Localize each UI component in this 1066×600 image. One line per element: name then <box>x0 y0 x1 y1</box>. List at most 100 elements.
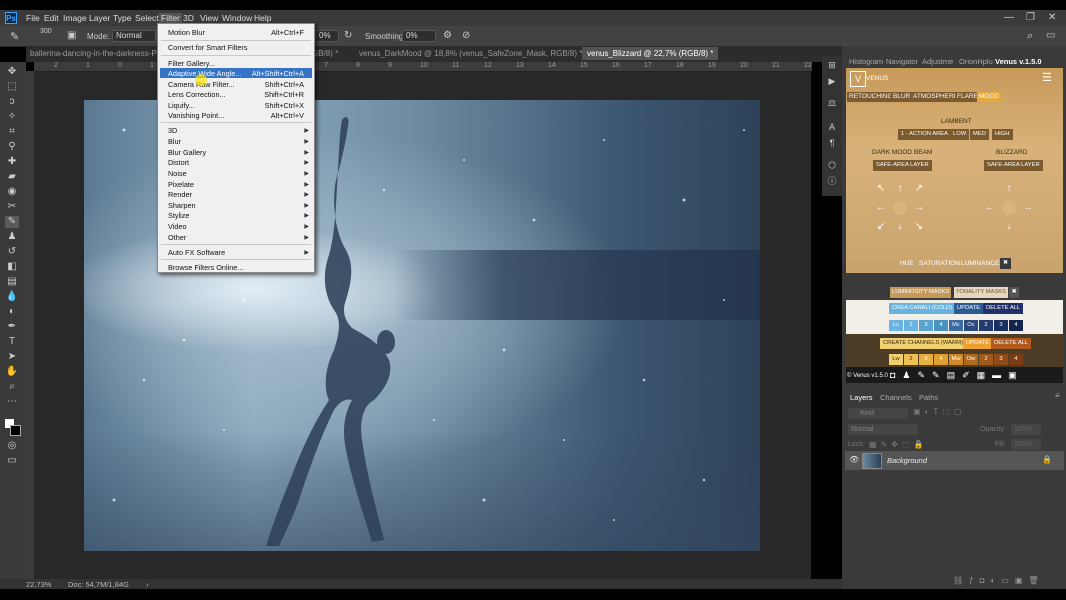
text-panel-icon[interactable]: A <box>827 122 837 132</box>
tab-paths[interactable]: Paths <box>919 393 938 402</box>
lw-4-button[interactable]: 4 <box>934 354 948 365</box>
stamp-tool-icon[interactable]: ♟ <box>5 231 19 243</box>
history-brush-icon[interactable]: ↺ <box>5 246 19 258</box>
update-warm-button[interactable]: UPDATE <box>963 338 993 349</box>
layer-row-background[interactable]: 👁 Background 🔒 <box>845 451 1064 470</box>
lock-icons[interactable]: ▦✎✥⬚🔒 <box>869 440 927 449</box>
menu-layer[interactable]: Layer <box>89 13 110 23</box>
tab-orionhplus[interactable]: OrionHplu <box>959 57 993 66</box>
menu-file[interactable]: File <box>26 13 40 23</box>
hamburger-menu-icon[interactable]: ☰ <box>1042 71 1052 84</box>
lambent-med-button[interactable]: MED <box>970 129 989 140</box>
venus-tab-retouching[interactable]: RETOUCHING <box>847 92 895 102</box>
oc-3-button[interactable]: 3 <box>994 320 1008 331</box>
venus-tab-blur[interactable]: BLUR <box>891 92 913 102</box>
center-dot-icon[interactable] <box>893 201 907 215</box>
path-select-icon[interactable]: ➤ <box>5 351 19 363</box>
blend-mode-select[interactable]: Normal <box>848 424 918 435</box>
mc-button[interactable]: Mc <box>949 320 963 331</box>
lc-2-button[interactable]: 2 <box>904 320 918 331</box>
mode-select[interactable]: Normal <box>112 30 156 42</box>
arrow-down-right-icon[interactable]: ↘ <box>913 221 925 232</box>
brush-size[interactable]: 300 <box>40 28 52 35</box>
dark-mood-safe-area-button[interactable]: SAFE-AREA LAYER <box>873 160 932 171</box>
menu-item-blur-gallery[interactable]: Blur Gallery <box>168 148 206 157</box>
menu-select[interactable]: Select <box>135 13 159 23</box>
menu-type[interactable]: Type <box>113 13 131 23</box>
menu-window[interactable]: Window <box>222 13 252 23</box>
dodge-tool-icon[interactable]: ◐ <box>5 306 19 318</box>
lc-4-button[interactable]: 4 <box>934 320 948 331</box>
screen-mode-icon[interactable]: ▭ <box>5 455 19 467</box>
minimize-icon[interactable]: — <box>1004 12 1014 23</box>
workspace-icon[interactable]: ▭ <box>1046 30 1055 41</box>
scissors-icon[interactable]: ✂ <box>5 201 19 213</box>
ow-2-button[interactable]: 2 <box>979 354 993 365</box>
menu-help[interactable]: Help <box>254 13 271 23</box>
menu-item-blur[interactable]: Blur <box>168 137 181 146</box>
status-expand-icon[interactable]: › <box>146 580 149 589</box>
quick-select-icon[interactable]: ✧ <box>5 111 19 123</box>
lw-button[interactable]: Lw <box>889 354 903 365</box>
menu-item-video[interactable]: Video <box>168 222 187 231</box>
hand-tool-icon[interactable]: ✋ <box>5 366 19 378</box>
tab-channels[interactable]: Channels <box>880 393 912 402</box>
smoothing-field[interactable]: 0% <box>402 30 436 42</box>
panel-menu-icon[interactable]: ≡ <box>1055 391 1060 400</box>
symmetry-icon[interactable]: ⊘ <box>462 30 470 41</box>
layer-kind-filter[interactable]: Kind <box>848 408 908 419</box>
oc-2-button[interactable]: 2 <box>979 320 993 331</box>
hue-button[interactable]: HUE <box>900 260 914 267</box>
eraser-icon[interactable]: ◧ <box>5 261 19 273</box>
info-icon[interactable]: ⓘ <box>827 176 837 186</box>
quick-mask-icon[interactable]: ◎ <box>5 440 19 452</box>
delete-all-warm-button[interactable]: DELETE ALL <box>991 338 1032 349</box>
history-icon[interactable]: ⊞ <box>827 60 837 70</box>
zoom-tool-icon[interactable]: ⌕ <box>5 381 19 393</box>
properties-icon[interactable]: ⚖ <box>827 98 837 108</box>
menu-item-browse-filters[interactable]: Browse Filters Online... <box>168 263 243 272</box>
close-icon[interactable]: ✕ <box>1048 12 1056 23</box>
menu-item-noise[interactable]: Noise <box>168 169 187 178</box>
menu-item-render[interactable]: Render <box>168 190 192 199</box>
arrow-up-icon[interactable]: ↑ <box>894 183 906 194</box>
crop-tool-icon[interactable]: ⌗ <box>5 126 19 138</box>
lc-button[interactable]: Lc <box>889 320 903 331</box>
menu-item-motion-blur[interactable]: Motion Blur <box>168 28 205 37</box>
venus-tab-atmosphere[interactable]: ATMOSPHERE <box>911 92 961 102</box>
lw-2-button[interactable]: 2 <box>904 354 918 365</box>
menu-item-lens-correction[interactable]: Lens Correction... <box>168 90 226 99</box>
gradient-icon[interactable]: ▤ <box>5 276 19 288</box>
marquee-tool-icon[interactable]: ⬚ <box>5 81 19 93</box>
pen-tool-icon[interactable]: ✒ <box>5 321 19 333</box>
ow-4-button[interactable]: 4 <box>1009 354 1023 365</box>
saturation-button[interactable]: SATURATION <box>919 260 960 267</box>
blizzard-safe-area-button[interactable]: SAFE-AREA LAYER <box>984 160 1043 171</box>
airbrush-icon[interactable]: ↻ <box>344 30 352 41</box>
luminosity-masks-tab[interactable]: LUMINOSITY MASKS <box>890 287 952 298</box>
layer-filter-icons[interactable]: ▣◐T⬚▢ <box>913 407 965 416</box>
menu-item-filter-gallery[interactable]: Filter Gallery... <box>168 59 215 68</box>
tab-histogram[interactable]: Histogram <box>849 57 883 66</box>
venus-tab-mood[interactable]: MOOD <box>977 92 1002 102</box>
arrow-down-left-icon[interactable]: ↙ <box>875 221 887 232</box>
close-hsl-button[interactable]: ✖ <box>1000 258 1011 269</box>
more-tools-icon[interactable]: ⋯ <box>5 396 19 408</box>
move-tool-icon[interactable]: ✥ <box>5 66 19 78</box>
oc-button[interactable]: Oc <box>964 320 978 331</box>
eyedropper-icon[interactable]: ⚲ <box>5 141 19 153</box>
lambent-high-button[interactable]: HIGH <box>992 129 1013 140</box>
menu-view[interactable]: View <box>200 13 218 23</box>
venus-tool-icons[interactable]: ◘♟✎✎▤✐▦▬▣ <box>890 370 1024 381</box>
blizzard-center-dot-icon[interactable] <box>1002 201 1016 215</box>
fill-input[interactable]: 100% <box>1011 439 1041 450</box>
arrow-up-left-icon[interactable]: ↖ <box>875 183 887 194</box>
arrow-right-icon[interactable]: → <box>913 202 925 213</box>
menu-item-distort[interactable]: Distort <box>168 158 189 167</box>
patch-tool-icon[interactable]: ▰ <box>5 171 19 183</box>
brush-tool-icon[interactable]: ✎ <box>5 216 19 228</box>
menu-filter[interactable]: Filter <box>159 13 182 23</box>
close-masks-button[interactable]: ✖ <box>1009 287 1019 298</box>
tab-adjustments[interactable]: Adjustme <box>922 57 953 66</box>
tab-blizzard[interactable]: venus_Blizzard @ 22,7% (RGB/8) * <box>582 47 719 60</box>
